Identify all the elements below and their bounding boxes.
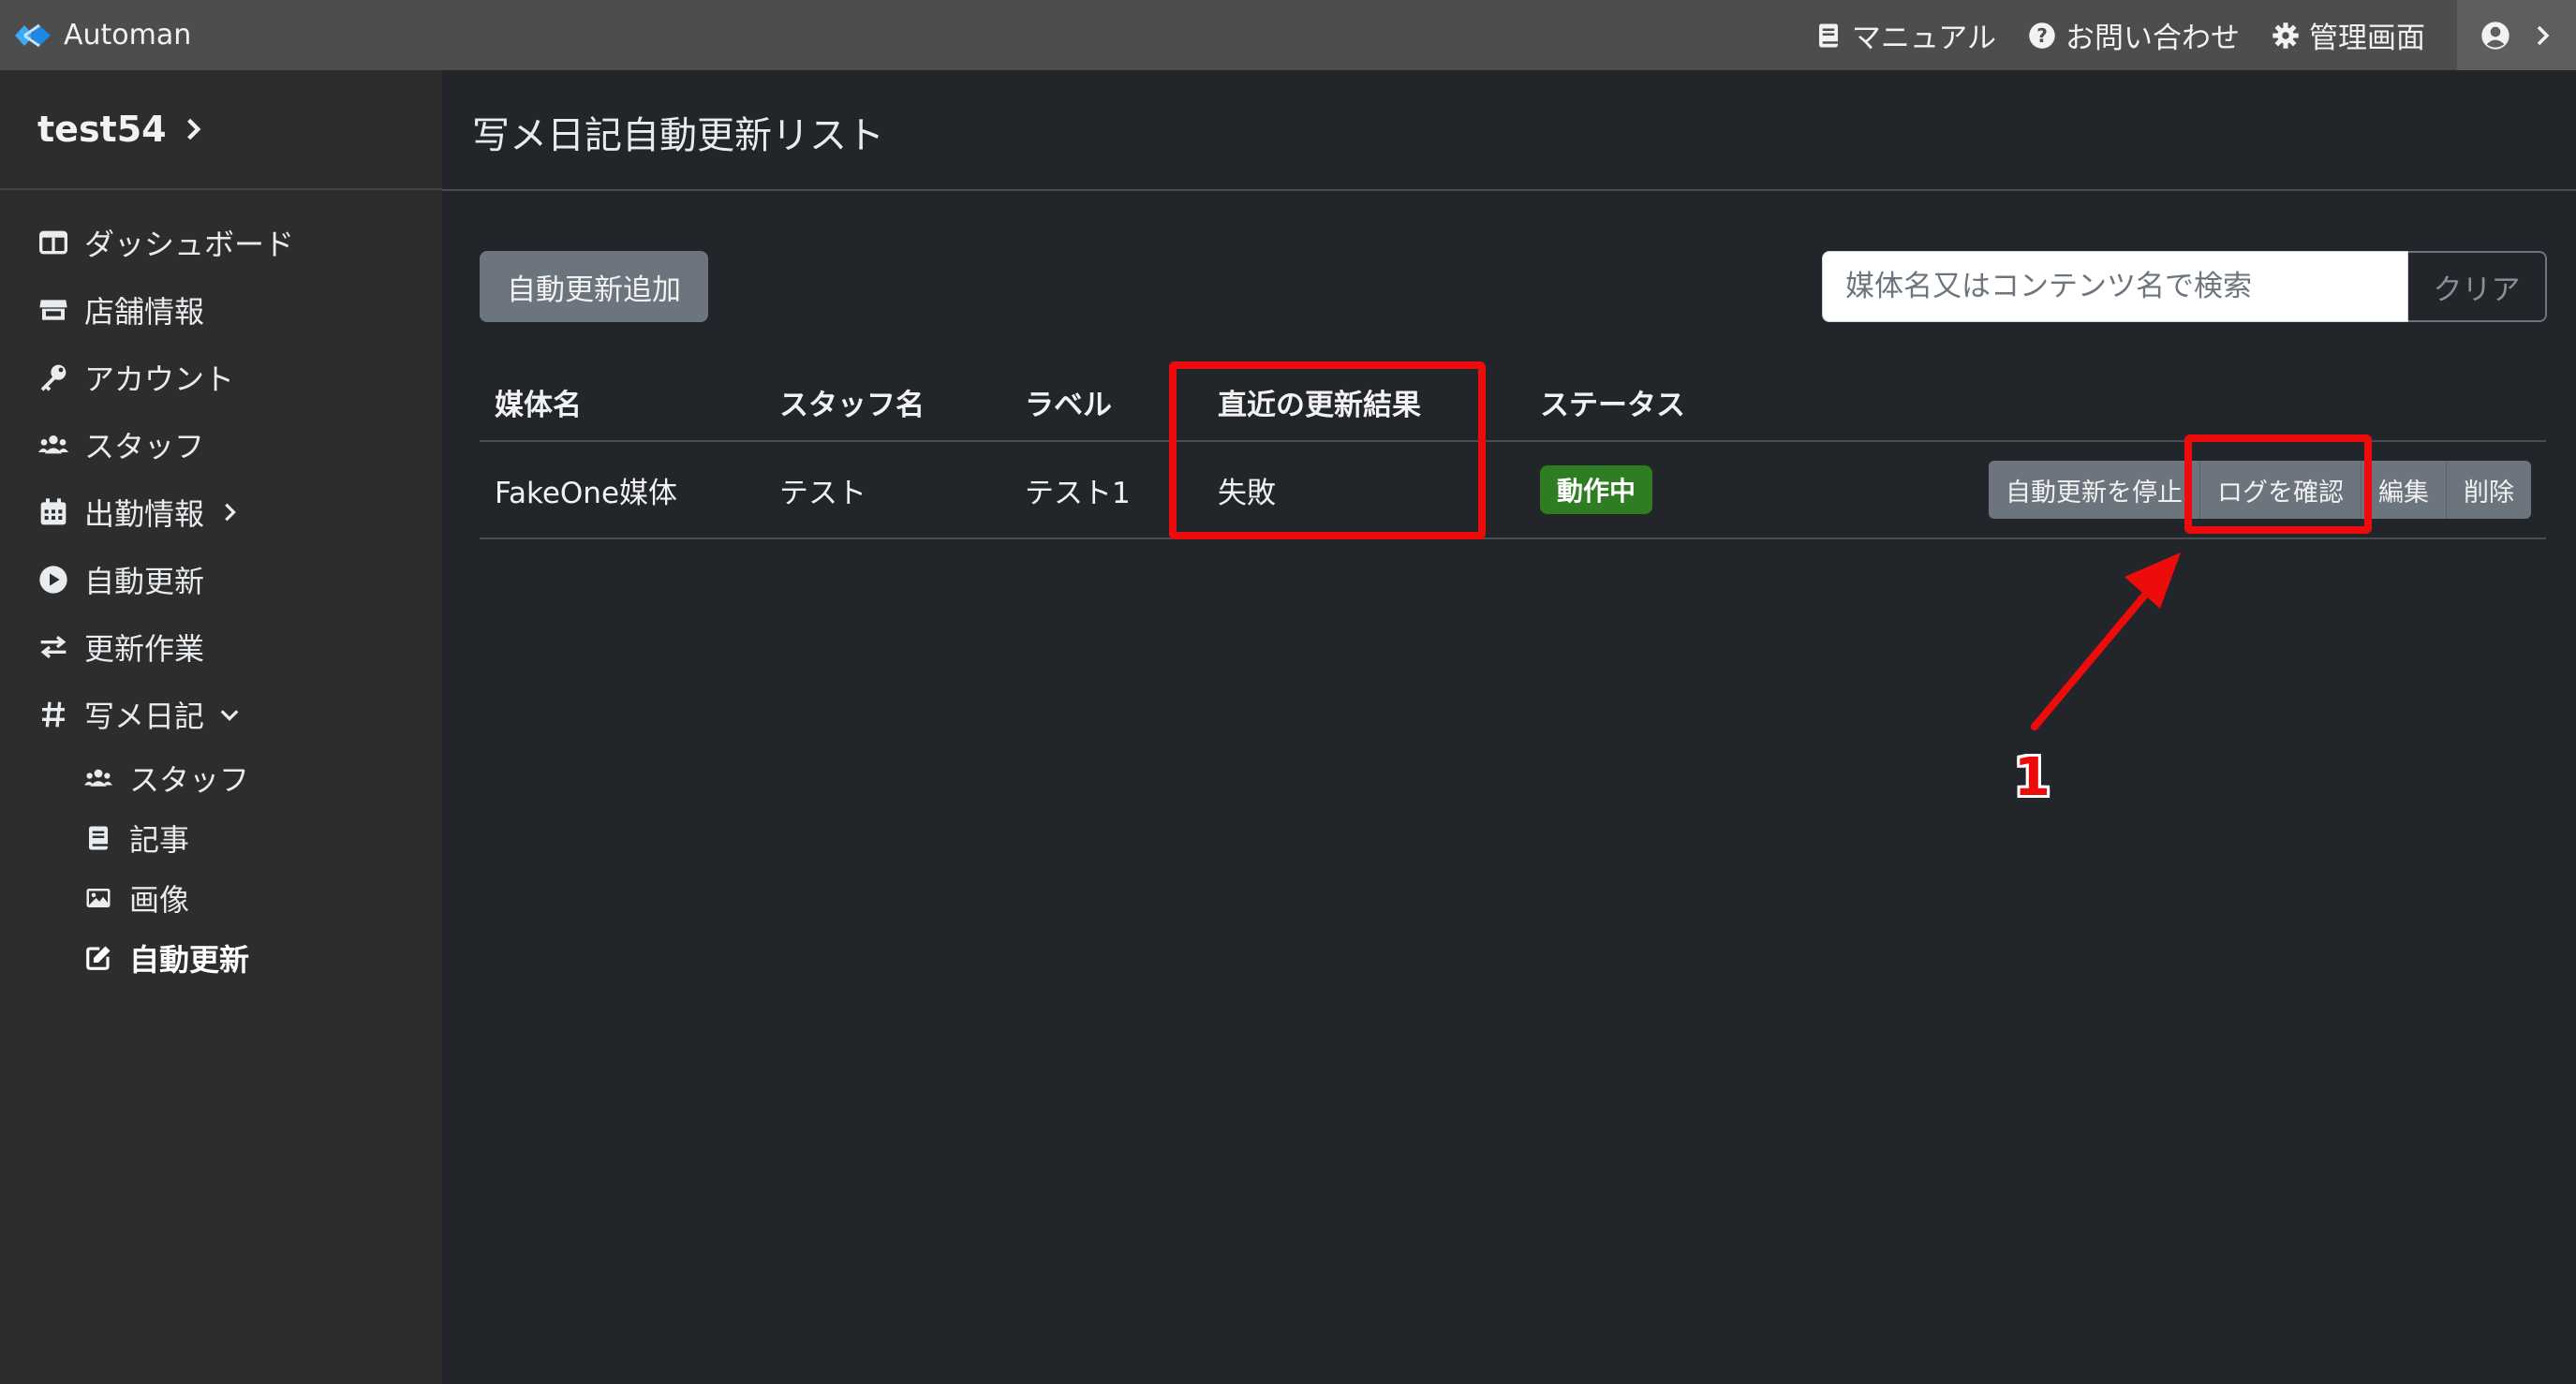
manual-label: マニュアル bbox=[1851, 22, 1996, 55]
edit-icon bbox=[86, 946, 111, 970]
sidebar-item-staff[interactable]: スタッフ bbox=[0, 411, 442, 479]
columns-icon bbox=[39, 230, 67, 255]
exchange-icon bbox=[40, 636, 67, 658]
clear-button[interactable]: クリア bbox=[2408, 251, 2547, 322]
sidebar-item-label: 写メ日記 bbox=[84, 699, 205, 734]
highlight-view-log-button bbox=[2184, 434, 2372, 534]
sidebar-item-account[interactable]: アカウント bbox=[0, 344, 442, 411]
account-name: test54 bbox=[37, 109, 167, 150]
brand[interactable]: Automan bbox=[11, 19, 191, 52]
user-menu-toggle[interactable] bbox=[2457, 0, 2576, 70]
users-icon bbox=[38, 435, 68, 454]
sidebar-item-store-info[interactable]: 店舗情報 bbox=[0, 276, 442, 344]
table-header: 媒体名 スタッフ名 ラベル 直近の更新結果 ステータス bbox=[480, 363, 2546, 442]
sidebar-subitem-articles[interactable]: 記事 bbox=[0, 808, 442, 868]
contact-label: お問い合わせ bbox=[2065, 22, 2240, 55]
top-navbar: Automan マニュアル ? お問い合わせ 管理画面 bbox=[0, 0, 2576, 70]
admin-link[interactable]: 管理画面 bbox=[2272, 14, 2425, 56]
annotation-number: 1 bbox=[2014, 747, 2050, 808]
question-circle-icon: ? bbox=[2029, 22, 2055, 49]
play-circle-icon bbox=[39, 566, 67, 594]
users-icon bbox=[84, 769, 112, 787]
chevron-right-icon bbox=[186, 118, 201, 140]
admin-label: 管理画面 bbox=[2309, 22, 2425, 55]
sidebar-item-label: 更新作業 bbox=[84, 631, 205, 667]
sidebar-item-photo-diary[interactable]: 写メ日記 bbox=[0, 681, 442, 748]
edit-button[interactable]: 編集 bbox=[2361, 461, 2447, 519]
calendar-icon bbox=[40, 498, 67, 525]
svg-text:?: ? bbox=[2036, 23, 2048, 46]
sidebar-item-label: 出勤情報 bbox=[84, 496, 205, 532]
user-circle-icon bbox=[2480, 21, 2509, 50]
gear-icon bbox=[2273, 22, 2299, 49]
sidebar-item-attendance[interactable]: 出勤情報 bbox=[0, 479, 442, 546]
highlight-latest-result bbox=[1169, 361, 1486, 539]
book-icon bbox=[1818, 23, 1838, 47]
sidebar-subitem-label: 自動更新 bbox=[129, 942, 250, 978]
chevron-right-icon bbox=[225, 503, 236, 522]
hashtag-icon bbox=[42, 701, 65, 728]
sidebar-subitem-staff[interactable]: スタッフ bbox=[0, 748, 442, 808]
contact-link[interactable]: ? お問い合わせ bbox=[2028, 14, 2240, 56]
account-switcher[interactable]: test54 bbox=[0, 70, 442, 190]
sidebar-menu: ダッシュボード 店舗情報 アカウント スタッフ 出勤情報 自動更新 更新作業 写… bbox=[0, 190, 442, 988]
sidebar-subitem-label: 記事 bbox=[129, 822, 190, 858]
header-staff: スタッフ名 bbox=[779, 388, 925, 422]
chevron-right-icon bbox=[2537, 25, 2549, 45]
sidebar-subitem-label: スタッフ bbox=[129, 762, 250, 798]
divider bbox=[442, 189, 2576, 191]
book-icon bbox=[89, 826, 108, 850]
image-icon bbox=[86, 889, 111, 907]
chevron-down-icon bbox=[220, 710, 239, 721]
key-icon bbox=[40, 364, 67, 391]
header-status: ステータス bbox=[1540, 388, 1685, 422]
status-badge: 動作中 bbox=[1540, 465, 1653, 514]
sidebar-item-dashboard[interactable]: ダッシュボード bbox=[0, 209, 442, 276]
search-group: クリア bbox=[1822, 251, 2547, 322]
sidebar-subitem-images[interactable]: 画像 bbox=[0, 868, 442, 928]
stop-auto-update-button[interactable]: 自動更新を停止 bbox=[1989, 461, 2200, 519]
cell-media: FakeOne媒体 bbox=[495, 476, 678, 510]
sidebar-item-label: 店舗情報 bbox=[84, 294, 205, 330]
sidebar-subitem-auto-update[interactable]: 自動更新 bbox=[0, 928, 442, 988]
manual-link[interactable]: マニュアル bbox=[1814, 14, 1996, 56]
delete-button[interactable]: 削除 bbox=[2447, 461, 2531, 519]
search-input[interactable] bbox=[1822, 251, 2408, 322]
sidebar-item-label: ダッシュボード bbox=[84, 227, 295, 262]
sidebar-item-label: アカウント bbox=[84, 361, 235, 397]
sidebar-item-auto-update[interactable]: 自動更新 bbox=[0, 546, 442, 613]
store-icon bbox=[39, 300, 67, 320]
cell-label: テスト1 bbox=[1025, 476, 1131, 510]
page-title: 写メ日記自動更新リスト bbox=[472, 114, 884, 157]
sidebar-item-label: スタッフ bbox=[84, 429, 205, 464]
header-label: ラベル bbox=[1025, 388, 1112, 422]
add-auto-update-button[interactable]: 自動更新追加 bbox=[480, 251, 708, 322]
sidebar-subitem-label: 画像 bbox=[129, 882, 190, 918]
sidebar-item-label: 自動更新 bbox=[84, 564, 205, 599]
sidebar: test54 ダッシュボード 店舗情報 アカウント スタッフ 出勤情報 自動更新 bbox=[0, 70, 442, 1384]
top-nav: マニュアル ? お問い合わせ 管理画面 bbox=[1814, 0, 2576, 70]
cell-staff: テスト bbox=[779, 476, 866, 510]
header-media: 媒体名 bbox=[495, 388, 582, 422]
automan-logo-icon bbox=[15, 23, 51, 47]
sidebar-item-update-work[interactable]: 更新作業 bbox=[0, 613, 442, 681]
brand-name: Automan bbox=[64, 19, 192, 52]
